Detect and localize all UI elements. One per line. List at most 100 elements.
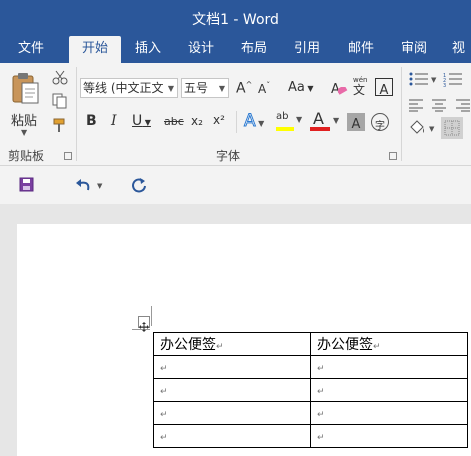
paragraph-mark: ↵	[317, 410, 325, 420]
table-cell[interactable]: ↵	[153, 355, 311, 379]
scissors-icon	[52, 70, 68, 85]
table-cell[interactable]: ↵	[310, 378, 468, 402]
tab-layout[interactable]: 布局	[229, 36, 279, 63]
character-shading-button[interactable]: A	[347, 113, 365, 132]
align-right-button[interactable]	[455, 97, 471, 113]
table-cell[interactable]: 办公便签↵	[310, 332, 468, 356]
cell-text: 办公便签	[160, 337, 216, 353]
superscript-button[interactable]: x²	[213, 113, 225, 127]
tab-mailings[interactable]: 邮件	[336, 36, 386, 63]
tab-view[interactable]: 视	[446, 36, 471, 63]
group-divider	[76, 67, 77, 161]
character-border-icon: A	[379, 83, 389, 98]
numbering-button[interactable]: 1 2 3	[443, 71, 471, 89]
text-effects-icon: A	[244, 111, 257, 132]
font-size-value: 五号	[184, 81, 209, 95]
superscript-icon: x²	[213, 113, 225, 127]
table-row: ↵ ↵	[153, 355, 468, 379]
text-highlight-button[interactable]: ab ▼	[276, 111, 302, 135]
undo-button[interactable]: ▼	[72, 176, 106, 194]
redo-button[interactable]	[130, 176, 148, 194]
tab-design[interactable]: 设计	[176, 36, 226, 63]
svg-text:▼: ▼	[431, 76, 437, 84]
subscript-button[interactable]: x₂	[191, 114, 203, 128]
table-cell[interactable]: ↵	[153, 401, 311, 425]
clear-formatting-button[interactable]: A	[331, 78, 349, 98]
cut-button[interactable]	[52, 69, 70, 87]
format-painter-button[interactable]	[52, 117, 70, 135]
tab-review[interactable]: 审阅	[389, 36, 439, 63]
phonetic-guide-button[interactable]: wén 文	[353, 76, 371, 100]
font-size-select[interactable]: 五号 ▼	[181, 78, 229, 98]
paint-bucket-icon: ▼	[410, 120, 435, 134]
undo-icon: ▼	[76, 179, 103, 191]
divider	[236, 111, 237, 133]
italic-button[interactable]: I	[111, 113, 117, 129]
shrink-font-button[interactable]: Aˇ	[258, 81, 270, 96]
redo-icon	[132, 178, 146, 193]
paragraph-mark: ↵	[373, 342, 381, 352]
table-cell[interactable]: ↵	[153, 424, 311, 448]
font-color-button[interactable]: A ▼	[310, 109, 339, 134]
table-cell[interactable]: ↵	[310, 401, 468, 425]
paragraph-mark: ↵	[160, 387, 168, 397]
document-page[interactable]: 办公便签↵ 办公便签↵ ↵ ↵ ↵ ↵ ↵ ↵ ↵ ↵	[17, 224, 471, 456]
cell-text: 办公便签	[317, 337, 373, 353]
bold-button[interactable]: B	[86, 113, 97, 129]
align-left-button[interactable]	[408, 97, 426, 113]
underline-button[interactable]: U ▼	[132, 113, 151, 129]
document-table: 办公便签↵ 办公便签↵ ↵ ↵ ↵ ↵ ↵ ↵ ↵ ↵	[153, 332, 468, 448]
italic-icon: I	[111, 113, 117, 129]
paste-button[interactable]: 粘贴 ▼	[6, 67, 46, 139]
save-icon	[19, 177, 34, 192]
tab-references[interactable]: 引用	[282, 36, 332, 63]
tab-file[interactable]: 文件	[6, 36, 56, 63]
align-center-button[interactable]	[431, 97, 449, 113]
clipboard-launcher-icon[interactable]	[64, 152, 72, 160]
change-case-button[interactable]: Aa ▼	[288, 80, 314, 95]
grow-font-icon: A	[236, 80, 246, 97]
highlighter-icon: ab	[276, 111, 289, 122]
bullets-button[interactable]: ▼	[408, 71, 438, 89]
table-row: ↵ ↵	[153, 401, 468, 425]
enclose-characters-button[interactable]: 字	[371, 113, 389, 132]
svg-text:▼: ▼	[97, 182, 103, 190]
paste-icon	[12, 73, 39, 104]
copy-button[interactable]	[52, 93, 70, 111]
strikethrough-button[interactable]: abc	[164, 115, 184, 128]
table-row: ↵ ↵	[153, 424, 468, 448]
paste-label: 粘贴	[11, 114, 38, 129]
tab-insert[interactable]: 插入	[124, 36, 172, 63]
paragraph-mark: ↵	[160, 364, 168, 374]
table-cell[interactable]: 办公便签↵	[153, 332, 311, 356]
text-effects-button[interactable]: A ▼	[244, 111, 265, 132]
tab-home[interactable]: 开始	[69, 36, 121, 63]
group-divider	[401, 67, 402, 161]
margin-corner-mark	[151, 306, 152, 326]
paragraph-mark: ↵	[160, 433, 168, 443]
table-cell[interactable]: ↵	[310, 355, 468, 379]
font-name-select[interactable]: 等线 (中文正文 ▼	[80, 78, 178, 98]
subscript-icon: x₂	[191, 114, 203, 128]
paragraph-mark: ↵	[160, 410, 168, 420]
character-border-button[interactable]: A	[375, 78, 393, 98]
change-case-icon: Aa	[288, 80, 305, 95]
font-launcher-icon[interactable]	[389, 152, 397, 160]
font-group-label: 字体	[216, 149, 241, 163]
chevron-down-icon: ▼	[218, 84, 225, 93]
highlight-color-swatch	[276, 127, 294, 131]
borders-icon	[444, 120, 460, 136]
grow-font-button[interactable]: A^	[236, 80, 252, 97]
paragraph-mark: ↵	[317, 387, 325, 397]
save-button[interactable]	[19, 177, 35, 193]
shading-button[interactable]: ▼	[408, 119, 438, 139]
table-move-handle[interactable]	[138, 316, 150, 332]
numbering-icon: 1 2 3	[443, 73, 462, 89]
table-cell[interactable]: ↵	[310, 424, 468, 448]
table-cell[interactable]: ↵	[153, 378, 311, 402]
align-center-icon	[432, 99, 446, 112]
align-left-icon	[409, 99, 423, 112]
borders-button[interactable]	[441, 117, 463, 139]
chevron-down-icon: ▼	[21, 128, 28, 137]
move-handle-icon	[139, 322, 149, 332]
